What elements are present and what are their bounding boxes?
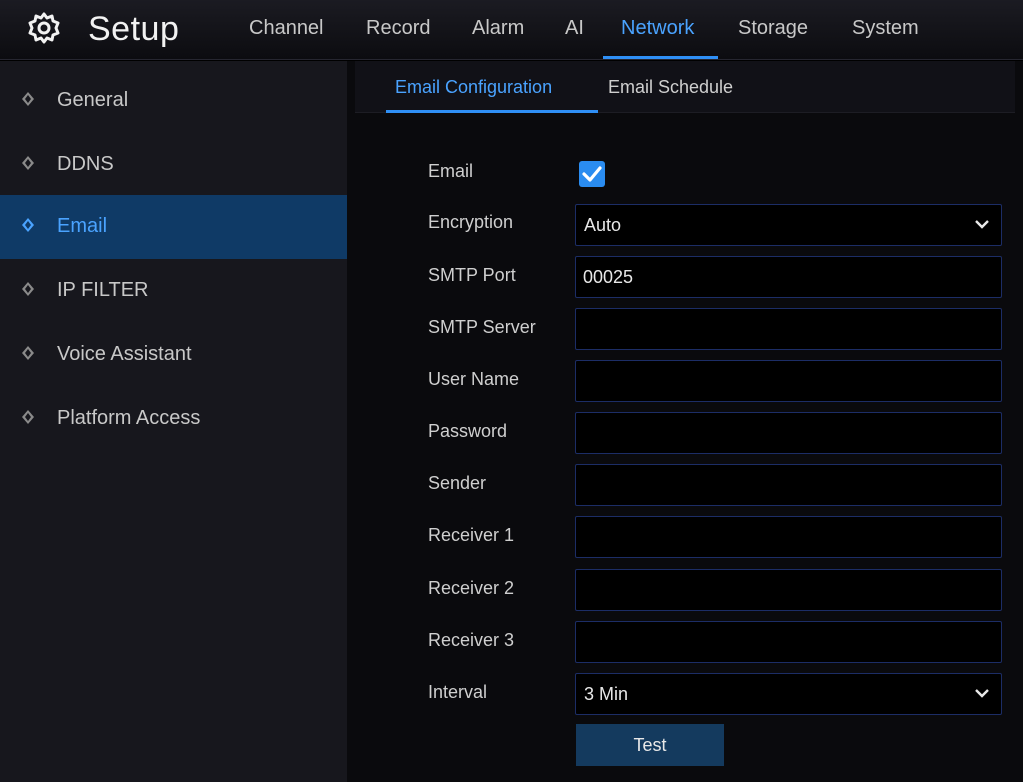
chevron-down-icon [975, 689, 989, 698]
active-tab-indicator [386, 110, 598, 113]
sidebar-item-label: General [57, 89, 129, 111]
diamond-icon [22, 410, 34, 424]
sidebar-item-ip-filter[interactable]: IP FILTER [0, 259, 347, 323]
receiver-2-label: Receiver 2 [428, 578, 515, 598]
active-menu-indicator [603, 56, 718, 59]
top-header: Setup Channel Record Alarm AI Network St… [0, 0, 1023, 60]
menu-storage[interactable]: Storage [738, 17, 808, 40]
chevron-down-icon [975, 220, 989, 229]
sidebar-item-email[interactable]: Email [0, 195, 347, 259]
user-name-label: User Name [428, 369, 520, 389]
sidebar: General DDNS Email IP FILTER Voice Assis… [0, 61, 347, 782]
menu-ai[interactable]: AI [565, 17, 584, 40]
sender-label: Sender [428, 473, 487, 493]
email-label: Email [428, 161, 474, 181]
sidebar-item-platform-access[interactable]: Platform Access [0, 387, 347, 451]
test-button[interactable]: Test [576, 724, 724, 766]
menu-alarm[interactable]: Alarm [472, 17, 524, 40]
email-enable-checkbox[interactable] [579, 161, 605, 187]
diamond-icon [22, 92, 34, 106]
smtp-port-label: SMTP Port [428, 265, 516, 285]
app-title: Setup [88, 10, 180, 48]
smtp-server-label: SMTP Server [428, 317, 536, 337]
sidebar-item-label: Platform Access [57, 407, 201, 429]
diamond-icon [22, 218, 34, 232]
receiver-1-field[interactable] [575, 516, 1002, 558]
encryption-select[interactable]: Auto [575, 204, 1002, 246]
diamond-icon [22, 346, 34, 360]
encryption-value: Auto [584, 215, 622, 235]
tab-email-schedule[interactable]: Email Schedule [608, 77, 733, 98]
sidebar-item-label: DDNS [57, 153, 114, 175]
sidebar-item-ddns[interactable]: DDNS [0, 133, 347, 197]
tab-bar: Email Configuration Email Schedule [355, 61, 1015, 113]
interval-select[interactable]: 3 Min [575, 673, 1002, 715]
tab-email-configuration[interactable]: Email Configuration [395, 77, 552, 98]
diamond-icon [22, 156, 34, 170]
receiver-3-field[interactable] [575, 621, 1002, 663]
sidebar-item-label: IP FILTER [57, 279, 149, 301]
password-label: Password [428, 421, 508, 441]
sidebar-item-label: Email [57, 215, 108, 237]
receiver-1-label: Receiver 1 [428, 525, 515, 545]
sidebar-item-general[interactable]: General [0, 69, 347, 133]
menu-system[interactable]: System [852, 17, 919, 40]
diamond-icon [22, 282, 34, 296]
menu-network[interactable]: Network [621, 17, 694, 40]
interval-value: 3 Min [584, 684, 629, 704]
menu-channel[interactable]: Channel [249, 17, 324, 40]
gear-icon [28, 12, 60, 44]
password-field[interactable] [575, 412, 1002, 454]
encryption-label: Encryption [428, 212, 514, 232]
interval-label: Interval [428, 682, 488, 702]
menu-record[interactable]: Record [366, 17, 430, 40]
sender-field[interactable] [575, 464, 1002, 506]
receiver-2-field[interactable] [575, 569, 1002, 611]
receiver-3-label: Receiver 3 [428, 630, 515, 650]
sidebar-item-voice-assistant[interactable]: Voice Assistant [0, 323, 347, 387]
smtp-port-field[interactable] [575, 256, 1002, 298]
sidebar-item-label: Voice Assistant [57, 343, 192, 365]
user-name-field[interactable] [575, 360, 1002, 402]
smtp-server-field[interactable] [575, 308, 1002, 350]
check-icon [582, 166, 602, 182]
